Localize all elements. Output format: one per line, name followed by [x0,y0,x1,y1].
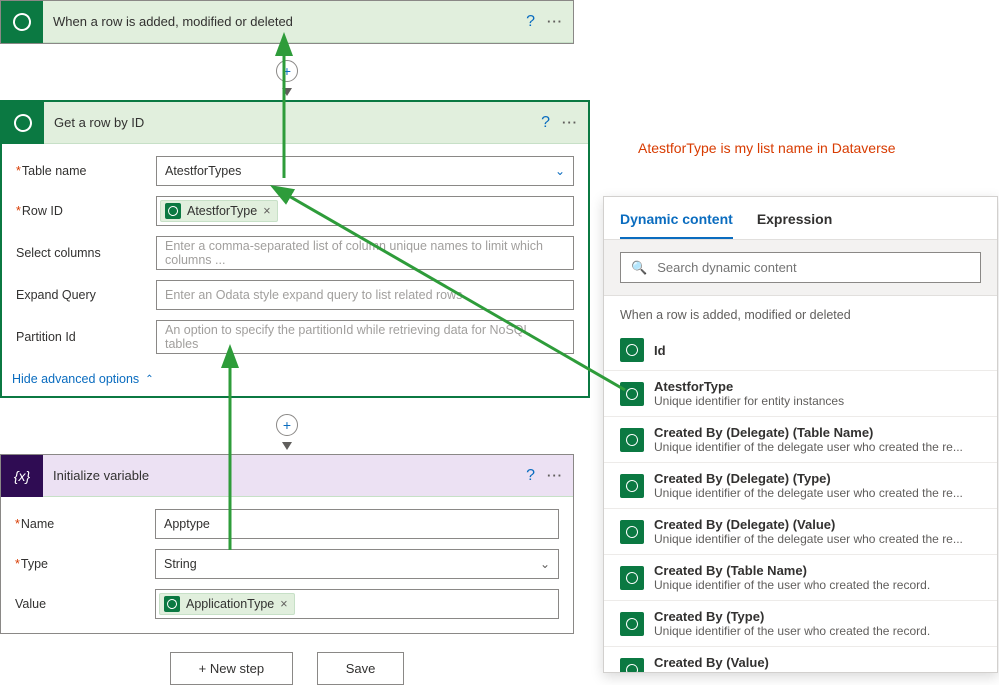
get-row-card[interactable]: Get a row by ID ? ··· Table name Atestfo… [0,100,590,398]
var-name-input[interactable]: Apptype [155,509,559,539]
dynamic-content-item[interactable]: Created By (Type)Unique identifier of th… [604,601,997,647]
dataverse-icon [620,566,644,590]
dataverse-connector-icon [1,1,43,43]
help-icon[interactable]: ? [526,13,535,31]
var-type-value: String [164,557,197,571]
var-name-value: Apptype [164,517,210,531]
annotation-text: AtestforType is my list name in Datavers… [638,140,896,156]
dynamic-content-item-title: Created By (Value) [654,655,981,670]
dynamic-content-item-desc: Unique identifier of the user who create… [654,578,981,592]
row-id-label: Row ID [16,204,156,218]
select-columns-label: Select columns [16,246,156,260]
get-row-card-title: Get a row by ID [44,115,541,130]
var-type-label: Type [15,557,155,571]
save-button[interactable]: Save [317,652,405,685]
row-id-input[interactable]: AtestforType × [156,196,574,226]
variable-connector-icon: {x} [1,455,43,497]
row-id-token[interactable]: AtestforType × [160,200,278,222]
chevron-up-icon: ⌃ [145,374,153,385]
var-name-label: Name [15,517,155,531]
dynamic-content-item-title: Created By (Table Name) [654,563,981,578]
help-icon[interactable]: ? [526,467,535,485]
dynamic-content-section-title: When a row is added, modified or deleted [604,296,997,330]
dynamic-content-item-title: Created By (Type) [654,609,981,624]
dataverse-icon [620,520,644,544]
dataverse-icon [620,658,644,673]
dynamic-content-item-desc: Unique identifier of the delegate user w… [654,532,981,546]
tab-expression[interactable]: Expression [757,207,832,239]
init-variable-card[interactable]: {x} Initialize variable ? ··· Name Appty… [0,454,574,634]
dynamic-content-item[interactable]: Created By (Delegate) (Value)Unique iden… [604,509,997,555]
new-step-button[interactable]: + New step [170,652,293,685]
dynamic-content-item[interactable]: Created By (Table Name)Unique identifier… [604,555,997,601]
trigger-card-title: When a row is added, modified or deleted [43,14,526,29]
dynamic-content-item-title: AtestforType [654,379,981,394]
dynamic-content-item-desc: Unique identifier of the user who create… [654,670,981,672]
dynamic-content-panel: Dynamic content Expression 🔍 When a row … [603,196,998,673]
arrow-down-icon [282,88,292,96]
dynamic-content-item-desc: Unique identifier for entity instances [654,394,981,408]
dynamic-content-item[interactable]: Created By (Delegate) (Table Name)Unique… [604,417,997,463]
var-value-label: Value [15,597,155,611]
token-remove-icon[interactable]: × [280,597,287,611]
var-value-token[interactable]: ApplicationType × [159,593,295,615]
dynamic-content-item[interactable]: Created By (Delegate) (Type)Unique ident… [604,463,997,509]
dynamic-content-item-title: Created By (Delegate) (Table Name) [654,425,981,440]
dynamic-content-search-input[interactable] [655,259,970,276]
var-value-token-label: ApplicationType [186,597,274,611]
tab-dynamic-content[interactable]: Dynamic content [620,207,733,239]
chevron-down-icon: ⌄ [555,164,565,178]
arrow-down-icon [282,442,292,450]
partition-id-label: Partition Id [16,330,156,344]
dynamic-content-item[interactable]: AtestforTypeUnique identifier for entity… [604,371,997,417]
help-icon[interactable]: ? [541,114,550,132]
dynamic-content-item-title: Created By (Delegate) (Value) [654,517,981,532]
insert-step-button[interactable]: + [276,414,298,436]
dynamic-content-item-title: Created By (Delegate) (Type) [654,471,981,486]
expand-query-input[interactable]: Enter an Odata style expand query to lis… [156,280,574,310]
dataverse-token-icon [165,203,181,219]
expand-query-label: Expand Query [16,288,156,302]
search-icon: 🔍 [631,260,647,276]
select-columns-input[interactable]: Enter a comma-separated list of column u… [156,236,574,270]
hide-advanced-options-link[interactable]: Hide advanced options ⌃ [2,368,164,396]
dynamic-content-search[interactable]: 🔍 [620,252,981,283]
table-name-label: Table name [16,164,156,178]
dataverse-icon [620,474,644,498]
dataverse-icon [620,428,644,452]
dynamic-content-item-desc: Unique identifier of the user who create… [654,624,981,638]
partition-id-input[interactable]: An option to specify the partitionId whi… [156,320,574,354]
dataverse-icon [620,338,644,362]
table-name-value: AtestforTypes [165,164,241,178]
token-remove-icon[interactable]: × [263,204,270,218]
dataverse-connector-icon [2,102,44,144]
dataverse-icon [620,612,644,636]
more-menu-icon[interactable]: ··· [562,115,578,130]
dynamic-content-item-title: Id [654,343,981,358]
more-menu-icon[interactable]: ··· [547,14,563,29]
row-id-token-label: AtestforType [187,204,257,218]
var-type-select[interactable]: String ⌄ [155,549,559,579]
chevron-down-icon: ⌄ [540,557,550,571]
init-variable-card-title: Initialize variable [43,468,526,483]
insert-step-button[interactable]: + [276,60,298,82]
dynamic-content-item[interactable]: Id [604,330,997,371]
dynamic-content-item-desc: Unique identifier of the delegate user w… [654,440,981,454]
more-menu-icon[interactable]: ··· [547,468,563,483]
dynamic-content-item-desc: Unique identifier of the delegate user w… [654,486,981,500]
var-value-input[interactable]: ApplicationType × [155,589,559,619]
dataverse-icon [620,382,644,406]
table-name-select[interactable]: AtestforTypes ⌄ [156,156,574,186]
dataverse-token-icon [164,596,180,612]
trigger-card[interactable]: When a row is added, modified or deleted… [0,0,574,44]
dynamic-content-item[interactable]: Created By (Value)Unique identifier of t… [604,647,997,672]
